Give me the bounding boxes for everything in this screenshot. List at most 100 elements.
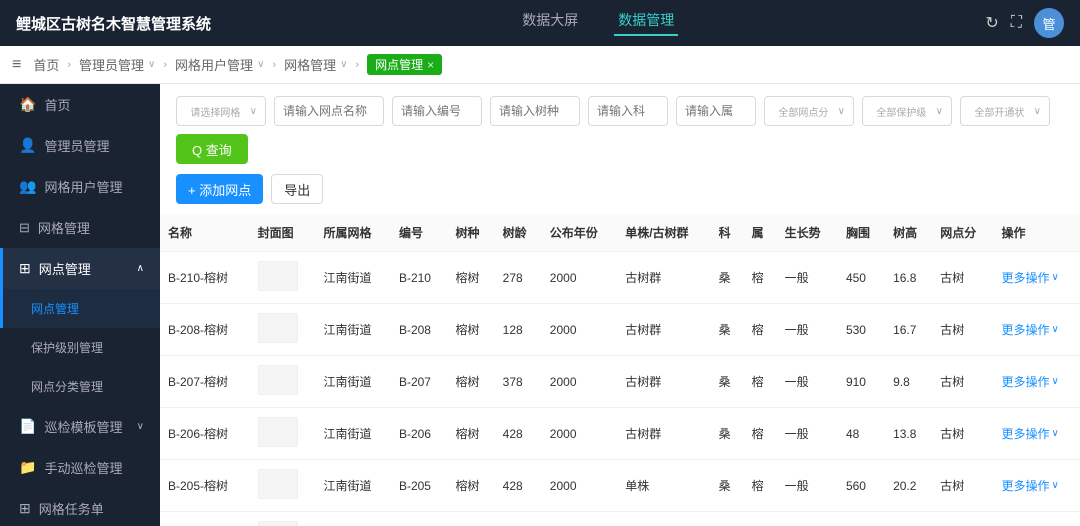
chevron-down-icon-grid: ∨	[257, 59, 264, 70]
breadcrumb-sep-1: ›	[67, 59, 71, 71]
cell-growth: 一般	[777, 304, 838, 356]
score-select[interactable]: 全部网点分 ∨	[764, 96, 854, 126]
content-area: 请选择网格 ∨ 全部网点分 ∨ 全部保护级 ∨ 全部开通状 ∨	[160, 84, 1080, 526]
cell-ke: 桑	[711, 304, 744, 356]
sidebar-item-protection[interactable]: 保护级别管理	[0, 328, 160, 367]
col-ke: 科	[711, 214, 744, 252]
network-select[interactable]: 请选择网格 ∨	[176, 96, 266, 126]
query-button[interactable]: Q 查询	[176, 134, 248, 164]
tree-thumbnail	[258, 521, 298, 526]
active-tab[interactable]: 网点管理 ×	[367, 54, 442, 75]
tree-thumbnail	[258, 365, 298, 395]
chevron-down-icon-mgmt: ∨	[340, 59, 347, 70]
sidebar-item-manual-patrol[interactable]: 📁 手动巡检管理	[0, 447, 160, 488]
sidebar-item-patrol-template[interactable]: 📄 巡检模板管理 ∨	[0, 406, 160, 447]
nav-item-data-screen[interactable]: 数据大屏	[518, 10, 582, 36]
sidebar-item-category[interactable]: 网点分类管理	[0, 367, 160, 406]
more-op-button[interactable]: 更多操作 ∨	[1001, 321, 1072, 338]
cell-op[interactable]: 更多操作 ∨	[993, 252, 1080, 304]
cell-chest: 450	[838, 252, 885, 304]
cell-op[interactable]: 更多操作 ∨	[993, 460, 1080, 512]
cell-chest: 560	[838, 460, 885, 512]
active-tab-label: 网点管理	[375, 56, 423, 73]
breadcrumb-grid-mgmt[interactable]: 网格管理 ∨	[284, 55, 347, 74]
cell-height: 16.7	[885, 304, 932, 356]
cell-number: B-205	[391, 460, 448, 512]
cell-tree-type: 榕树	[448, 460, 495, 512]
cell-shu: 榕	[744, 460, 777, 512]
refresh-icon[interactable]: ↻	[985, 13, 998, 33]
export-button[interactable]: 导出	[271, 174, 323, 204]
filter-row: 请选择网格 ∨ 全部网点分 ∨ 全部保护级 ∨ 全部开通状 ∨	[176, 96, 1064, 164]
ke-input[interactable]	[588, 96, 668, 126]
sidebar: 🏠 首页 👤 管理员管理 👥 网格用户管理 ⊟ 网格管理 ⊞ 网点管理 ∧ 网点…	[0, 84, 160, 526]
node-mgmt-icon: ⊞	[19, 260, 31, 277]
status-select[interactable]: 全部开通状 ∨	[960, 96, 1050, 126]
col-year: 公布年份	[542, 214, 617, 252]
cell-op[interactable]: 更多操作 ∨	[993, 356, 1080, 408]
more-op-button[interactable]: 更多操作 ∨	[1001, 269, 1072, 286]
protection-select[interactable]: 全部保护级 ∨	[862, 96, 952, 126]
sidebar-item-home[interactable]: 🏠 首页	[0, 84, 160, 125]
cell-age: 428	[495, 460, 542, 512]
top-nav: 数据大屏 数据管理	[518, 10, 678, 36]
table-row: B-210-榕树 江南街道 B-210 榕树 278 2000 古树群 桑 榕 …	[160, 252, 1080, 304]
add-button[interactable]: + 添加网点	[176, 174, 263, 204]
cell-op[interactable]: 更多操作 ∨	[993, 512, 1080, 526]
col-shu: 属	[744, 214, 777, 252]
sidebar-item-node-mgmt[interactable]: ⊞ 网点管理 ∧	[0, 248, 160, 289]
cell-chest: 48	[838, 408, 885, 460]
more-op-button[interactable]: 更多操作 ∨	[1001, 425, 1072, 442]
cell-type: 古树群	[617, 356, 710, 408]
shu-input[interactable]	[676, 96, 756, 126]
fullscreen-icon[interactable]: ⛶	[1011, 14, 1022, 32]
sidebar-item-grid-user[interactable]: 👥 网格用户管理	[0, 166, 160, 207]
cell-network: 江南街道	[316, 304, 391, 356]
home-icon: 🏠	[19, 96, 36, 113]
avatar[interactable]: 管	[1034, 8, 1064, 38]
cell-number: B-210	[391, 252, 448, 304]
nav-item-data-mgmt[interactable]: 数据管理	[614, 10, 678, 36]
col-number: 编号	[391, 214, 448, 252]
name-input[interactable]	[274, 96, 384, 126]
breadcrumb-grid-user[interactable]: 网格用户管理 ∨	[175, 55, 264, 74]
sidebar-item-grid-mgmt[interactable]: ⊟ 网格管理	[0, 207, 160, 248]
number-input[interactable]	[392, 96, 482, 126]
cell-tree-type: 榕树	[448, 304, 495, 356]
cell-name: B-205-榕树	[160, 460, 250, 512]
close-icon[interactable]: ×	[427, 58, 434, 72]
cell-name: B-207-榕树	[160, 356, 250, 408]
sidebar-item-grid-task[interactable]: ⊞ 网格任务单	[0, 488, 160, 526]
cell-height: 13.8	[885, 408, 932, 460]
table-header: 名称 封面图 所属网格 编号 树种 树龄 公布年份 单株/古树群 科 属 生长势…	[160, 214, 1080, 252]
cell-tree-type: 榕树	[448, 408, 495, 460]
sidebar-label-home: 首页	[44, 95, 70, 114]
cell-tree-type: 榕树	[448, 512, 495, 526]
cell-name: B-204-榕树	[160, 512, 250, 526]
cell-chest: 240	[838, 512, 885, 526]
table-row: B-207-榕树 江南街道 B-207 榕树 378 2000 古树群 桑 榕 …	[160, 356, 1080, 408]
top-header: 鲤城区古树名木智慧管理系统 数据大屏 数据管理 ↻ ⛶ 管	[0, 0, 1080, 46]
cell-type: 古树群	[617, 304, 710, 356]
app-title: 鲤城区古树名木智慧管理系统	[16, 13, 211, 34]
table-row: B-205-榕树 江南街道 B-205 榕树 428 2000 单株 桑 榕 一…	[160, 460, 1080, 512]
col-type: 单株/古树群	[617, 214, 710, 252]
more-op-button[interactable]: 更多操作 ∨	[1001, 477, 1072, 494]
sidebar-item-node-mgmt-sub[interactable]: 网点管理	[0, 289, 160, 328]
table-row: B-208-榕树 江南街道 B-208 榕树 128 2000 古树群 桑 榕 …	[160, 304, 1080, 356]
breadcrumb-home[interactable]: 首页	[33, 55, 59, 74]
tree-type-input[interactable]	[490, 96, 580, 126]
cell-age: 128	[495, 304, 542, 356]
breadcrumb-sep-2: ›	[163, 59, 167, 71]
tree-thumbnail	[258, 469, 298, 499]
grid-user-icon: 👥	[19, 178, 36, 195]
cell-op[interactable]: 更多操作 ∨	[993, 304, 1080, 356]
cell-network: 江南街道	[316, 356, 391, 408]
menu-icon[interactable]: ≡	[12, 56, 21, 74]
cell-network: 常泰街道	[316, 512, 391, 526]
cell-op[interactable]: 更多操作 ∨	[993, 408, 1080, 460]
more-op-button[interactable]: 更多操作 ∨	[1001, 373, 1072, 390]
grid-mgmt-icon: ⊟	[19, 220, 30, 236]
sidebar-item-admin[interactable]: 👤 管理员管理	[0, 125, 160, 166]
breadcrumb-admin[interactable]: 管理员管理 ∨	[79, 55, 155, 74]
